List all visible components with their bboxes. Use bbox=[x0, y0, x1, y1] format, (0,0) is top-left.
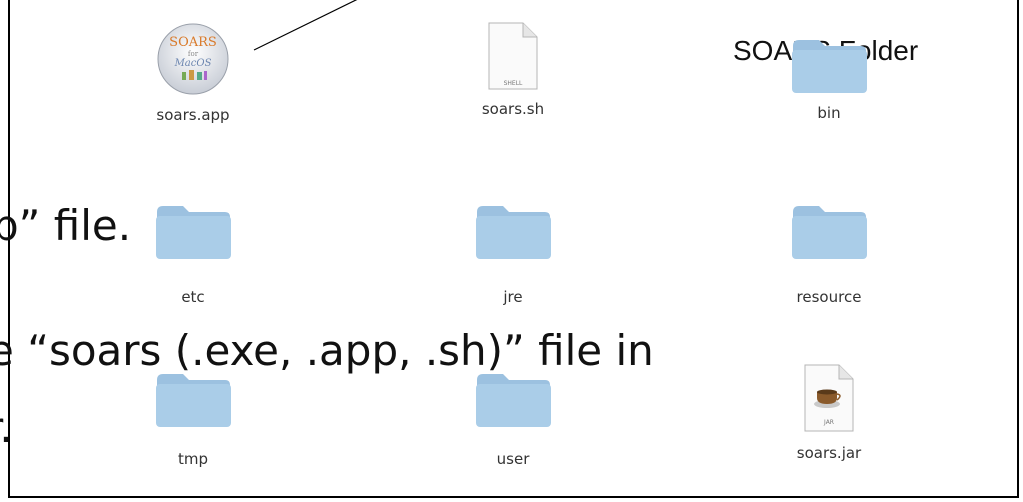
jar-badge: JAR bbox=[823, 419, 834, 426]
file-item-soars-app[interactable]: SOARS for MacOS soars.app bbox=[103, 22, 283, 124]
file-item-tmp[interactable]: tmp bbox=[103, 368, 283, 468]
app-icon-text-bot: MacOS bbox=[174, 58, 212, 69]
file-item-soars-sh[interactable]: SHELL soars.sh bbox=[423, 22, 603, 118]
soars-app-icon: SOARS for MacOS bbox=[156, 22, 230, 96]
file-name: jre bbox=[503, 288, 523, 306]
app-icon-text-top: SOARS bbox=[169, 35, 217, 50]
slide-text-line-2: e “soars (.exe, .app, .sh)” file in bbox=[0, 326, 654, 375]
file-name: resource bbox=[796, 288, 862, 306]
file-item-soars-jar[interactable]: JAR soars.jar bbox=[739, 364, 919, 462]
file-name: tmp bbox=[177, 450, 208, 468]
folder-icon bbox=[153, 368, 233, 428]
file-item-user[interactable]: user bbox=[423, 368, 603, 468]
shell-document-icon: SHELL bbox=[487, 22, 539, 90]
folder-icon bbox=[789, 200, 869, 260]
file-name: user bbox=[496, 450, 530, 468]
file-name: soars.app bbox=[156, 106, 230, 124]
file-name: soars.sh bbox=[481, 100, 545, 118]
folder-icon bbox=[153, 200, 233, 260]
file-item-resource[interactable]: resource bbox=[739, 200, 919, 306]
file-item-bin[interactable]: bin bbox=[739, 34, 919, 122]
folder-icon bbox=[473, 368, 553, 428]
folder-icon bbox=[789, 34, 869, 94]
file-name: etc bbox=[181, 288, 205, 306]
slide-text-line-1: p” file. bbox=[0, 201, 132, 250]
file-name: soars.jar bbox=[796, 444, 862, 462]
folder-icon bbox=[473, 200, 553, 260]
shell-badge: SHELL bbox=[504, 80, 523, 87]
app-icon-text-mid: for bbox=[188, 50, 199, 58]
file-item-jre[interactable]: jre bbox=[423, 200, 603, 306]
slide-text-line-3: r. bbox=[0, 403, 13, 452]
file-name: bin bbox=[817, 104, 841, 122]
jar-document-icon: JAR bbox=[803, 364, 855, 432]
